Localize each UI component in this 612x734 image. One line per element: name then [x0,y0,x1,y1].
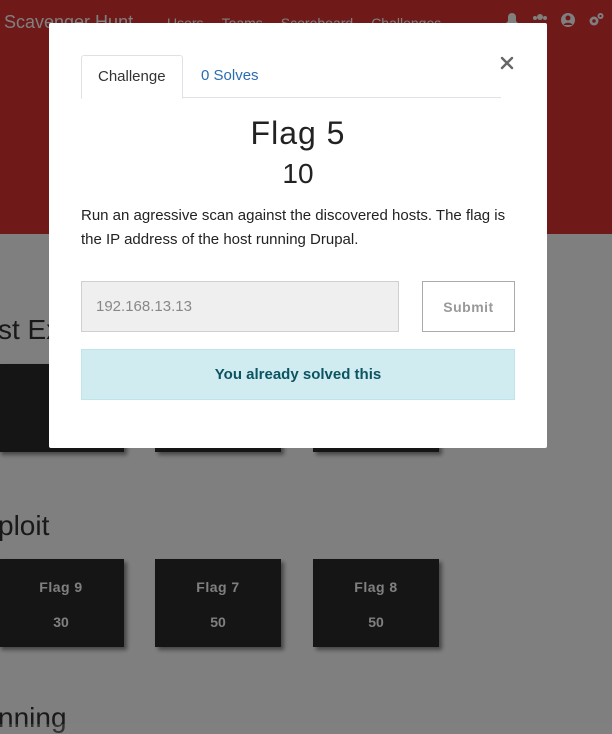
modal-tabs: Challenge 0 Solves [81,55,501,99]
tab-solves[interactable]: 0 Solves [185,55,275,97]
tab-challenge[interactable]: Challenge [81,55,183,99]
challenge-description: Run an agressive scan against the discov… [81,207,506,248]
challenge-value: 10 [282,158,314,189]
submit-button[interactable]: Submit [422,281,515,332]
answer-input[interactable] [81,281,399,332]
challenge-modal: Challenge 0 Solves Flag 5 10 Run an agre… [49,23,547,448]
close-icon[interactable] [499,55,515,71]
challenge-title: Flag 5 [250,115,346,151]
solved-alert: You already solved this [81,349,515,400]
